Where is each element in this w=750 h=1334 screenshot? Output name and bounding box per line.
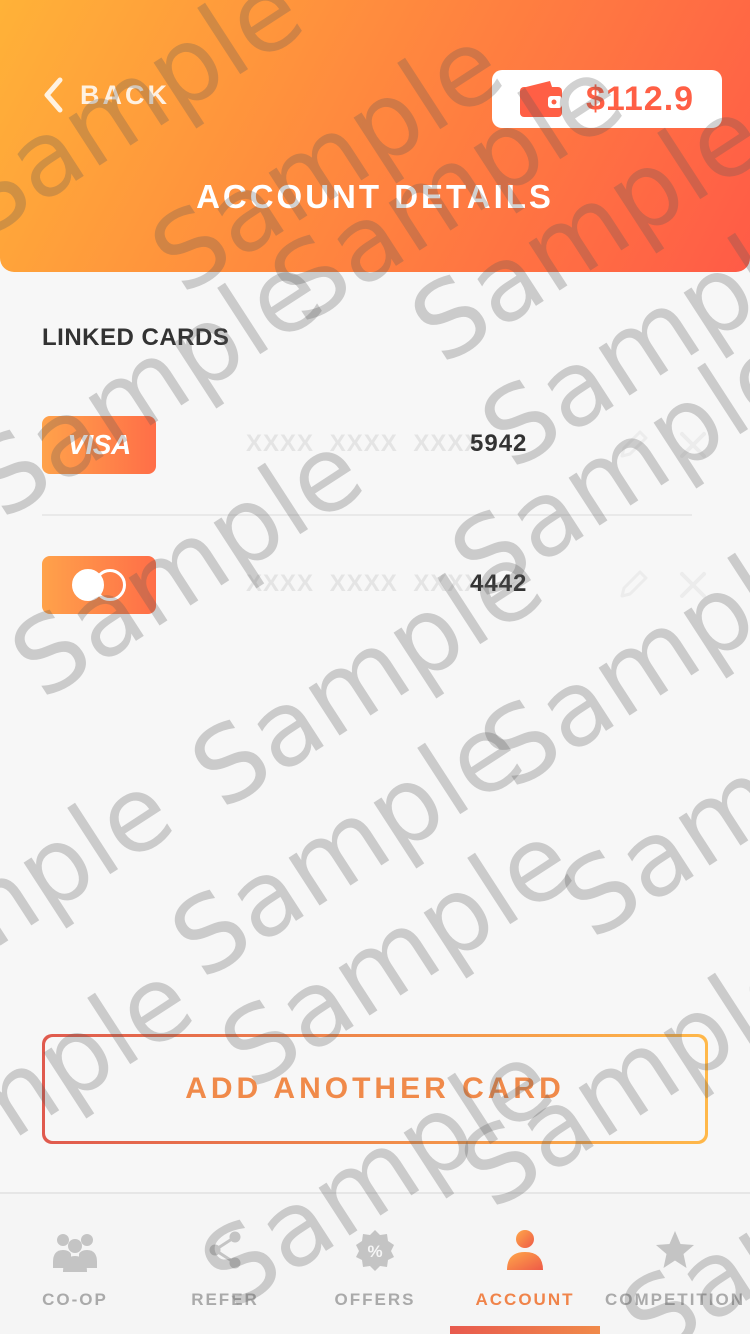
watermark-text: Sample	[540, 647, 750, 963]
chevron-left-icon	[44, 77, 63, 113]
card-last4: 5942	[470, 430, 528, 457]
card-row-mastercard[interactable]: XXXX XXXX XXXX 4442	[42, 556, 712, 614]
star-icon	[656, 1231, 694, 1268]
tab-account[interactable]: ACCOUNT	[450, 1194, 600, 1334]
card-number-mask: XXXX XXXX XXXX	[246, 570, 482, 597]
add-another-card-button[interactable]: ADD ANOTHER CARD	[42, 1034, 708, 1144]
tab-label: OFFERS	[334, 1290, 416, 1309]
bottom-tab-bar: CO-OP REFER % OFFERS ACCOUNT COMPETITION	[0, 1192, 750, 1334]
add-card-label: ADD ANOTHER CARD	[185, 1072, 565, 1105]
remove-x-icon[interactable]	[674, 566, 712, 604]
tab-label: COMPETITION	[604, 1290, 746, 1309]
discount-badge-icon: %	[356, 1230, 394, 1271]
tab-label: ACCOUNT	[475, 1290, 575, 1309]
active-tab-indicator	[450, 1326, 600, 1334]
tab-refer[interactable]: REFER	[150, 1194, 300, 1334]
watermark-text: Sample	[0, 227, 344, 543]
remove-x-icon[interactable]	[674, 426, 712, 464]
mastercard-logo	[42, 556, 156, 614]
linked-cards-title: LINKED CARDS	[42, 324, 230, 351]
tab-competition[interactable]: COMPETITION	[600, 1194, 750, 1334]
card-last4: 4442	[470, 570, 528, 597]
share-icon	[209, 1231, 241, 1269]
group-icon	[53, 1234, 97, 1272]
add-card-inner: ADD ANOTHER CARD	[45, 1037, 705, 1141]
mastercard-circles-icon	[72, 569, 126, 601]
card-divider	[42, 514, 692, 516]
visa-brand-text: VISA	[67, 429, 131, 460]
tab-co-op[interactable]: CO-OP	[0, 1194, 150, 1334]
wallet-balance[interactable]: $112.9	[492, 70, 722, 128]
wallet-icon	[519, 81, 562, 117]
visa-logo: VISA	[42, 416, 156, 474]
back-label: BACK	[80, 79, 170, 110]
tab-label: CO-OP	[42, 1290, 108, 1309]
svg-text:%: %	[367, 1242, 382, 1261]
watermark-text: Sample	[460, 497, 750, 813]
page-title: ACCOUNT DETAILS	[196, 178, 554, 215]
tab-offers[interactable]: % OFFERS	[300, 1194, 450, 1334]
mastercard-circle-right	[94, 569, 126, 601]
user-icon	[507, 1230, 543, 1270]
watermark-text: Sample	[150, 687, 544, 1003]
tab-label: REFER	[191, 1290, 259, 1309]
edit-pencil-icon[interactable]	[614, 566, 652, 604]
edit-pencil-icon[interactable]	[614, 426, 652, 464]
back-button[interactable]: BACK	[42, 76, 170, 114]
watermark-text: Sample	[0, 747, 194, 1063]
card-number-mask: XXXX XXXX XXXX	[246, 430, 482, 457]
balance-amount: $112.9	[585, 79, 695, 118]
card-row-visa[interactable]: VISA XXXX XXXX XXXX 5942	[42, 416, 712, 474]
header: BACK $112.9 ACCOUNT DETAILS	[0, 0, 750, 272]
